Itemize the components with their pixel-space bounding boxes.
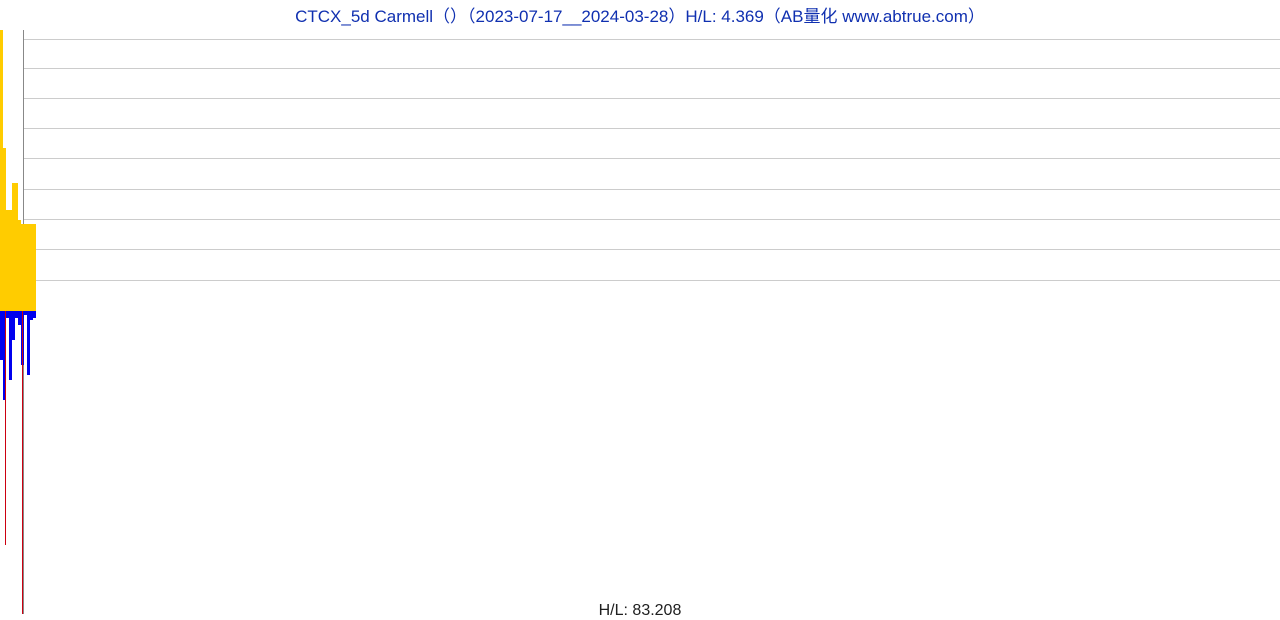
chart-bars <box>0 0 1280 620</box>
grid-line <box>24 158 1280 159</box>
grid-line <box>24 219 1280 220</box>
bar <box>33 311 36 318</box>
grid-line <box>24 280 1280 281</box>
chart-footer: H/L: 83.208 <box>0 602 1280 620</box>
grid-line <box>24 189 1280 190</box>
bar <box>33 224 36 311</box>
grid-line <box>24 249 1280 250</box>
bar <box>22 311 23 614</box>
bar <box>27 311 30 375</box>
stock-chart: CTCX_5d Carmell（）（2023-07-17__2024-03-28… <box>0 0 1280 620</box>
grid-line <box>24 128 1280 129</box>
grid-line <box>24 39 1280 40</box>
grid-line <box>24 68 1280 69</box>
grid-line <box>24 98 1280 99</box>
bar <box>5 311 6 545</box>
